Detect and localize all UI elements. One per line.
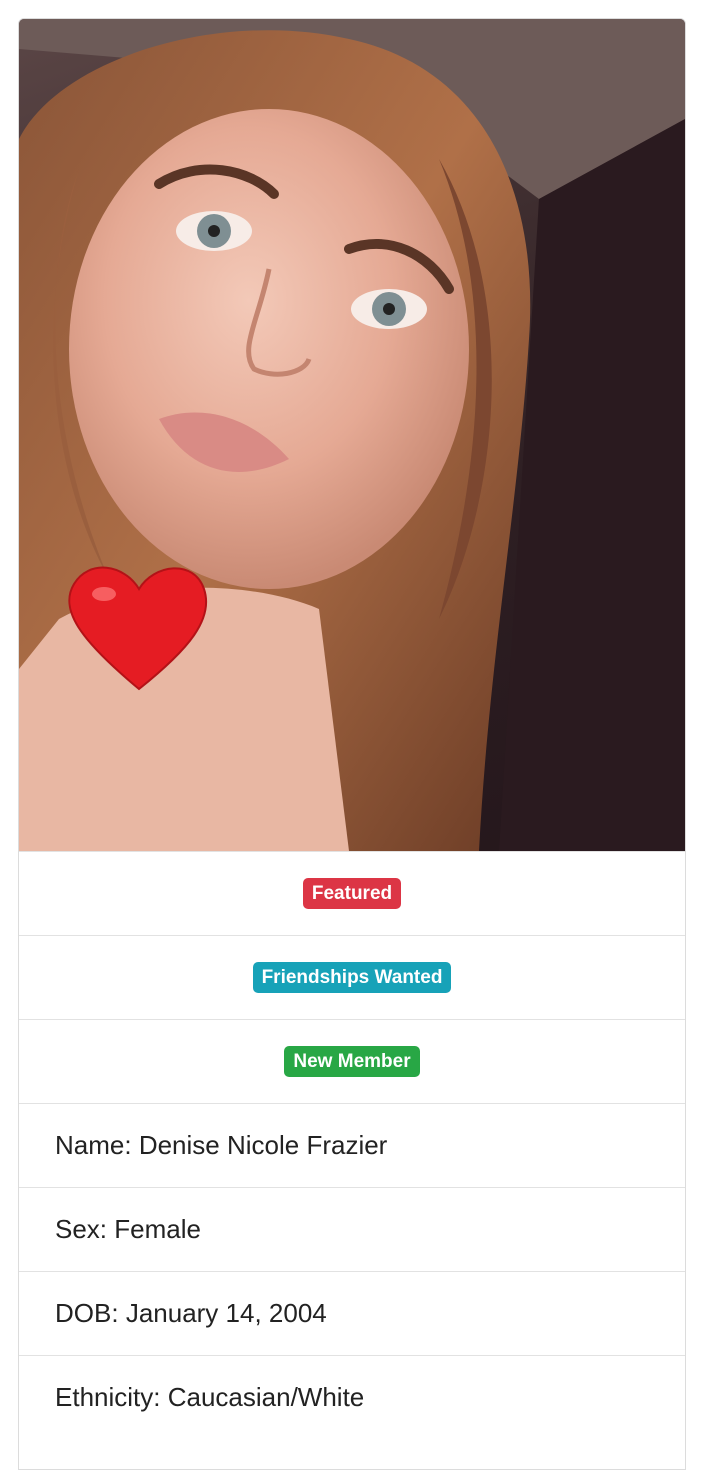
dob-row: DOB: January 14, 2004	[19, 1271, 685, 1355]
new-member-badge: New Member	[284, 1046, 420, 1077]
profile-card: Featured Friendships Wanted New Member N…	[18, 18, 686, 1470]
featured-row: Featured	[19, 851, 685, 935]
sex-row: Sex: Female	[19, 1187, 685, 1271]
dob-value: January 14, 2004	[125, 1298, 327, 1328]
ethnicity-label: Ethnicity:	[55, 1382, 161, 1412]
ethnicity-row: Ethnicity: Caucasian/White	[19, 1355, 685, 1439]
friendships-wanted-badge: Friendships Wanted	[252, 962, 452, 993]
name-row: Name: Denise Nicole Frazier	[19, 1103, 685, 1187]
profile-photo[interactable]	[19, 19, 685, 851]
friendships-row: Friendships Wanted	[19, 935, 685, 1019]
sex-value: Female	[114, 1214, 201, 1244]
name-label: Name:	[55, 1130, 132, 1160]
sex-info: Sex: Female	[19, 1214, 201, 1245]
dob-info: DOB: January 14, 2004	[19, 1298, 327, 1329]
sex-label: Sex:	[55, 1214, 108, 1244]
name-value: Denise Nicole Frazier	[138, 1130, 388, 1160]
name-info: Name: Denise Nicole Frazier	[19, 1130, 387, 1161]
dob-label: DOB:	[55, 1298, 119, 1328]
featured-badge: Featured	[302, 878, 402, 909]
profile-photo-illustration	[19, 19, 685, 851]
ethnicity-value: Caucasian/White	[167, 1382, 365, 1412]
ethnicity-info: Ethnicity: Caucasian/White	[19, 1382, 364, 1413]
new-member-row: New Member	[19, 1019, 685, 1103]
